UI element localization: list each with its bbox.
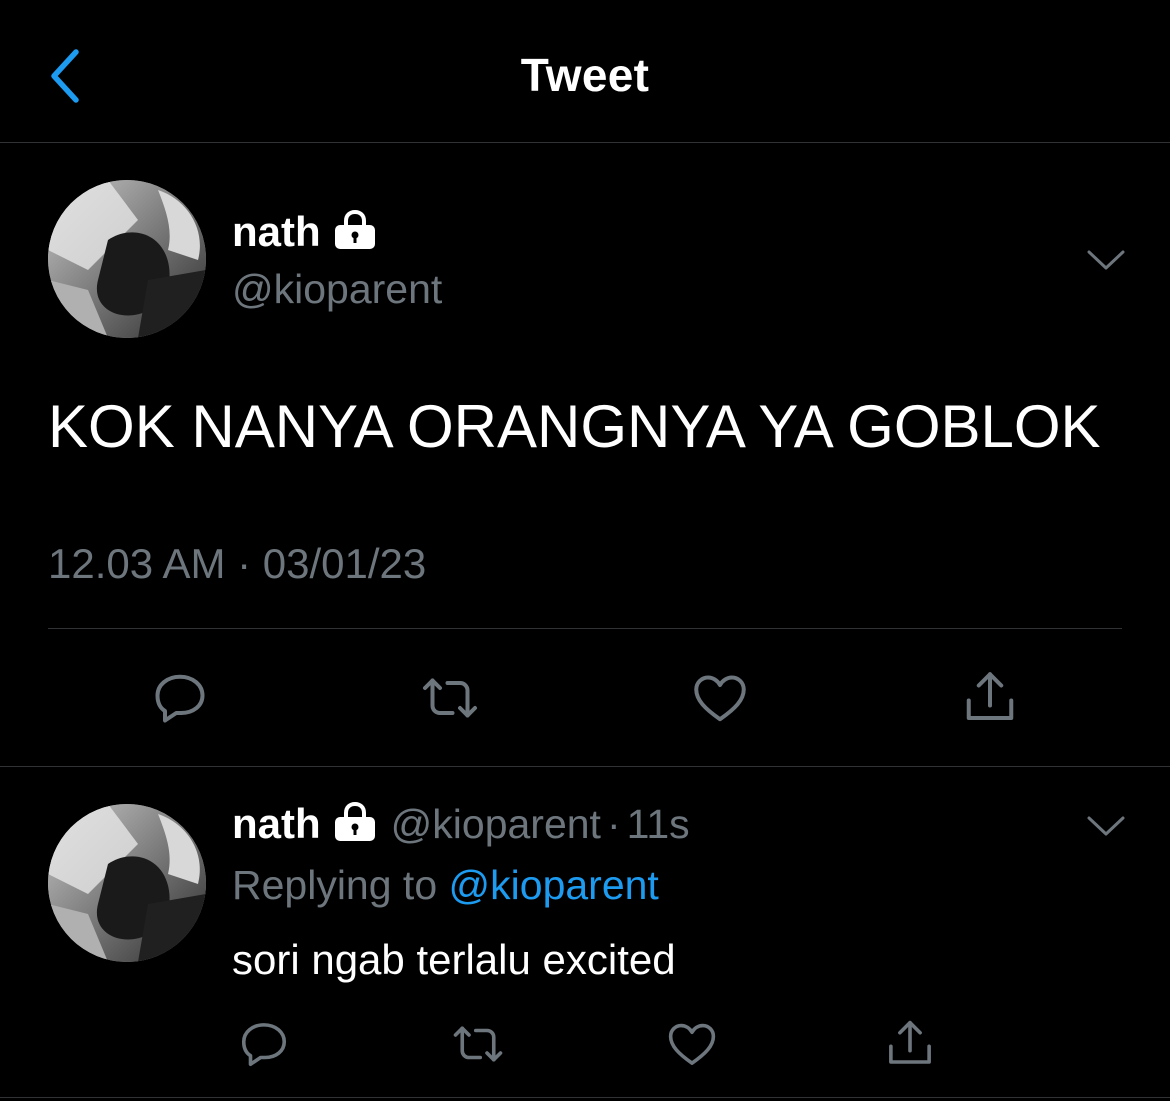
heart-icon — [694, 675, 746, 722]
chevron-down-icon — [1087, 250, 1125, 270]
chevron-down-icon — [1087, 816, 1125, 836]
reply-icon — [155, 674, 205, 723]
timestamp-divider — [48, 628, 1122, 629]
section-divider — [0, 766, 1170, 767]
lock-icon — [333, 801, 377, 847]
reply-separator: · — [606, 800, 621, 847]
reply-icon — [241, 1023, 287, 1067]
like-button[interactable] — [688, 666, 752, 730]
reply-avatar[interactable] — [48, 804, 206, 962]
tweet-options-button[interactable] — [1086, 248, 1126, 272]
lock-icon — [333, 209, 377, 255]
heart-icon — [668, 1023, 716, 1065]
reply-options-button[interactable] — [1086, 814, 1126, 838]
share-icon — [889, 1020, 931, 1064]
avatar[interactable] — [48, 180, 206, 338]
tweet-text: KOK NANYA ORANGNYA YA GOBLOK — [48, 393, 1101, 460]
tweet-timestamp[interactable]: 12.03 AM · 03/01/23 — [48, 540, 426, 588]
author-name-row[interactable]: nath — [232, 208, 377, 256]
avatar-image — [48, 804, 206, 962]
replying-to-line: Replying to @kioparent — [232, 862, 659, 909]
share-button[interactable] — [958, 666, 1022, 730]
reply-text: sori ngab terlalu excited — [232, 936, 676, 983]
replying-to-mention[interactable]: @kioparent — [449, 862, 659, 908]
avatar-image — [48, 180, 206, 338]
retweet-icon — [423, 678, 477, 718]
top-nav-bar: Tweet — [0, 0, 1170, 142]
reply-author-handle[interactable]: @kioparent — [391, 801, 601, 848]
reply-like-button[interactable] — [660, 1012, 724, 1076]
reply-reply-button[interactable] — [232, 1012, 296, 1076]
reply-button[interactable] — [148, 666, 212, 730]
retweet-button[interactable] — [418, 666, 482, 730]
reply-author-display-name[interactable]: nath — [232, 800, 321, 848]
bottom-divider — [0, 1097, 1170, 1098]
reply-author-row[interactable]: nath @kioparent · 11s — [232, 800, 690, 848]
page-title: Tweet — [520, 49, 650, 101]
share-icon — [966, 672, 1014, 720]
header-divider — [0, 142, 1170, 143]
retweet-icon — [453, 1026, 503, 1062]
reply-retweet-button[interactable] — [446, 1012, 510, 1076]
author-handle[interactable]: @kioparent — [232, 266, 442, 313]
reply-share-button[interactable] — [878, 1012, 942, 1076]
author-display-name[interactable]: nath — [232, 208, 321, 256]
reply-timestamp[interactable]: 11s — [627, 801, 690, 848]
replying-to-label: Replying to — [232, 862, 438, 908]
